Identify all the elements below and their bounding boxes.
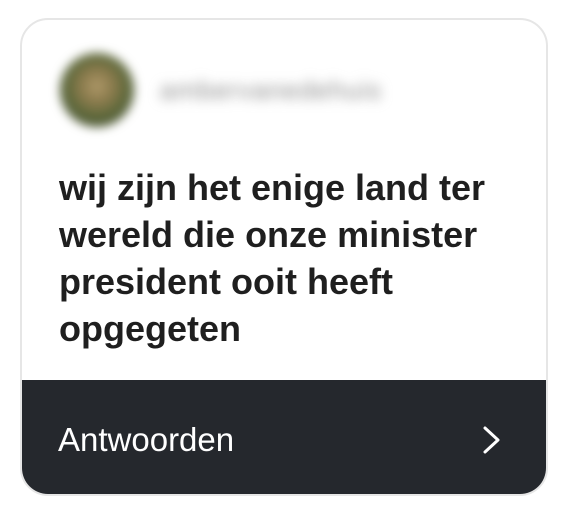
question-card: ambervanedehuis wij zijn het enige land … bbox=[20, 18, 548, 496]
chevron-right-icon bbox=[483, 426, 500, 454]
question-text: wij zijn het enige land ter wereld die o… bbox=[59, 167, 486, 349]
avatar[interactable] bbox=[60, 53, 134, 127]
post-header: ambervanedehuis bbox=[22, 20, 546, 150]
username[interactable]: ambervanedehuis bbox=[160, 72, 382, 108]
reply-button[interactable]: Antwoorden bbox=[22, 380, 546, 494]
reply-label: Antwoorden bbox=[58, 421, 235, 458]
